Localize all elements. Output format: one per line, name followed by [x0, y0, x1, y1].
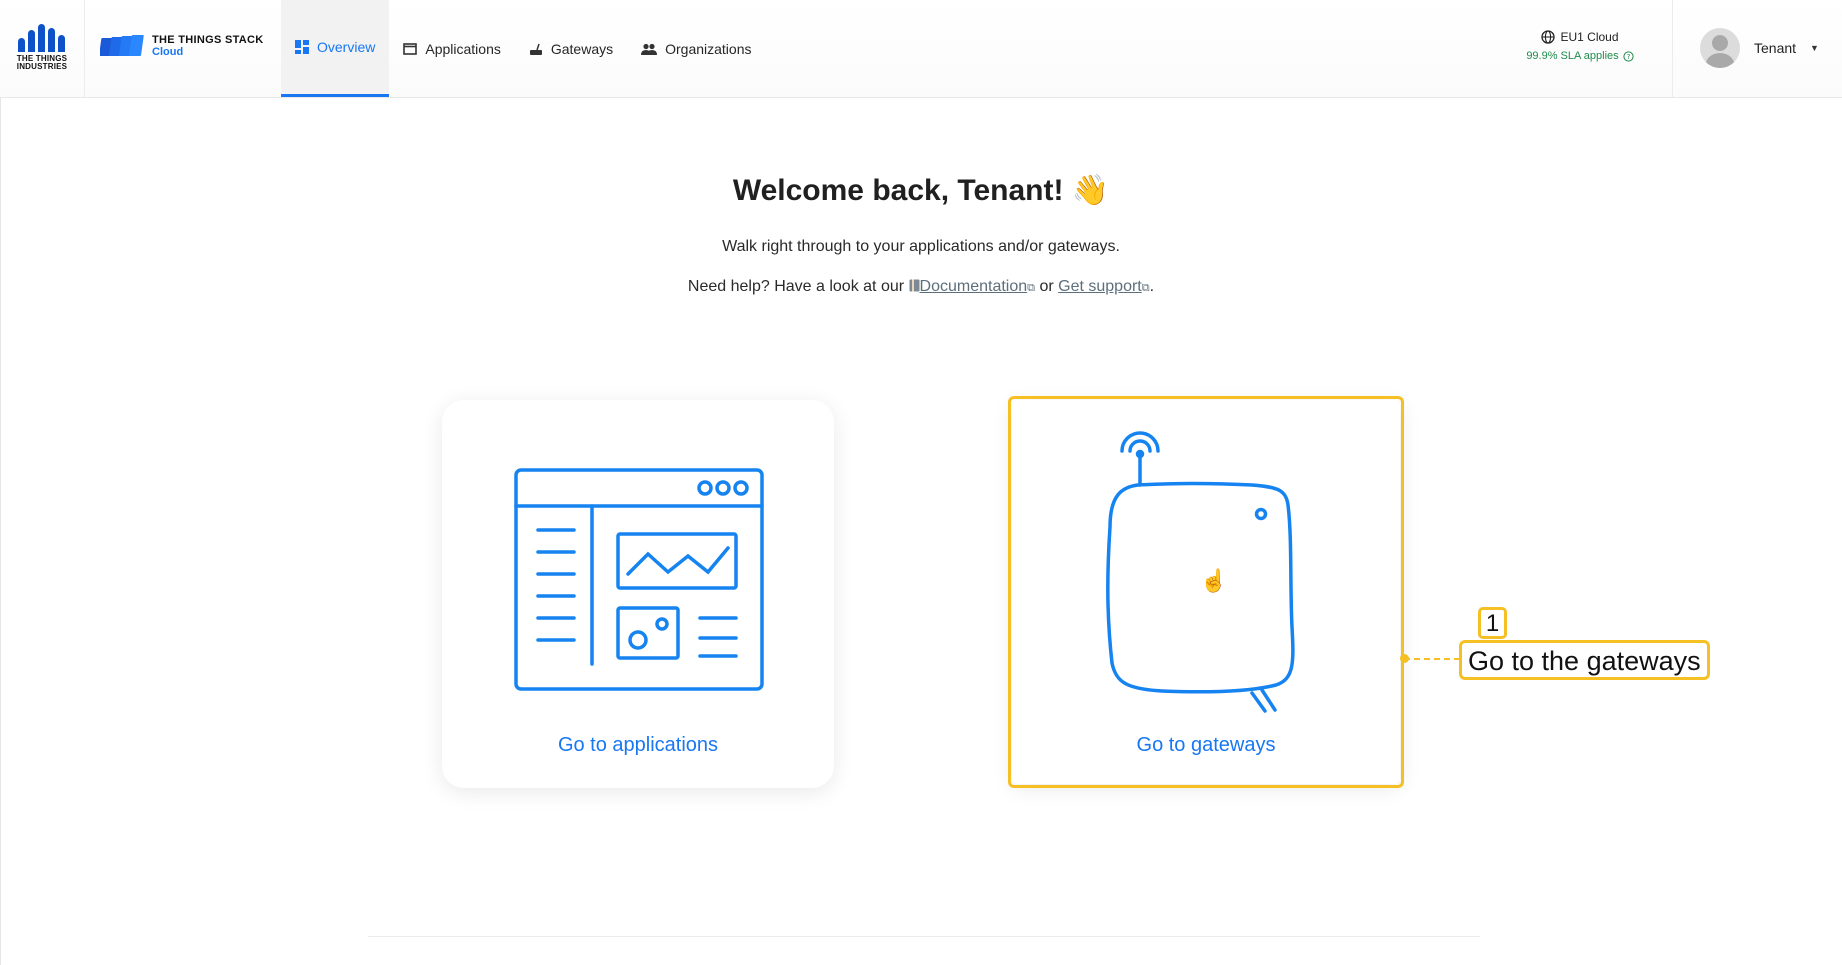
cluster-name: EU1 Cloud — [1560, 30, 1619, 44]
nav-organizations[interactable]: Organizations — [627, 0, 765, 97]
window-icon — [403, 42, 418, 55]
help-suffix: . — [1149, 278, 1155, 295]
documentation-link[interactable]: Documentation — [920, 278, 1028, 295]
callout-connector — [1404, 658, 1460, 660]
nav-applications[interactable]: Applications — [389, 0, 515, 97]
nav-applications-label: Applications — [425, 40, 501, 57]
cluster-info[interactable]: EU1 Cloud 99.9% SLA applies ? — [1520, 30, 1640, 62]
nav-organizations-label: Organizations — [665, 40, 752, 57]
avatar — [1700, 28, 1740, 68]
things-stack-logo[interactable]: THE THINGS STACK Cloud — [100, 34, 264, 58]
help-line: Need help? Have a look at our Documentat… — [0, 278, 1842, 296]
get-support-link[interactable]: Get support — [1058, 278, 1142, 295]
callout-step-number: 1 — [1478, 607, 1507, 639]
callout-dot — [1400, 654, 1409, 663]
stack-cards-icon — [100, 35, 144, 56]
user-dropdown[interactable]: Tenant ▼ — [1700, 28, 1819, 68]
nav-gateways-label: Gateways — [550, 40, 614, 57]
product-subtitle: Cloud — [152, 46, 184, 58]
dashboard-icon — [295, 40, 309, 54]
nav-overview[interactable]: Overview — [281, 0, 390, 97]
help-icon[interactable]: ? — [1623, 50, 1634, 62]
product-name: THE THINGS STACK — [152, 34, 264, 46]
gateways-card-highlight — [1008, 396, 1404, 788]
external-link-icon: ⧉ — [1141, 282, 1150, 294]
nav-overview-label: Overview — [317, 39, 376, 55]
external-link-icon: ⧉ — [1027, 282, 1035, 294]
svg-text:?: ? — [1626, 53, 1630, 61]
caret-down-icon: ▼ — [1810, 43, 1819, 53]
divider — [84, 0, 85, 97]
people-icon — [641, 43, 658, 55]
welcome-heading: Welcome back, Tenant! 👋 — [732, 174, 1110, 207]
go-to-applications-label: Go to applications — [557, 734, 719, 756]
user-name: Tenant — [1754, 40, 1797, 56]
book-icon — [909, 279, 920, 292]
main-nav: Overview Applications Gateways Organizat… — [281, 0, 766, 97]
tti-bars-icon — [18, 24, 72, 52]
things-industries-logo[interactable]: THE THINGS INDUSTRIES — [12, 24, 72, 74]
application-dashboard-illustration — [514, 468, 764, 691]
globe-icon — [1541, 30, 1556, 44]
sla-text: 99.9% SLA applies — [1526, 50, 1619, 62]
nav-gateways[interactable]: Gateways — [515, 0, 627, 97]
router-icon — [529, 43, 542, 55]
divider — [1672, 0, 1673, 97]
welcome-subtitle: Walk right through to your applications … — [722, 238, 1120, 255]
callout-step-text: Go to the gateways — [1459, 640, 1710, 680]
tti-logo-text: THE THINGS INDUSTRIES — [16, 54, 68, 71]
page-edge — [0, 97, 1, 965]
applications-card[interactable]: Go to applications — [442, 400, 834, 788]
help-prefix: Need help? Have a look at our — [687, 278, 905, 295]
top-header: THE THINGS INDUSTRIES THE THINGS STACK C… — [0, 0, 1842, 98]
footer-divider — [368, 936, 1480, 937]
help-or: or — [1039, 278, 1054, 295]
